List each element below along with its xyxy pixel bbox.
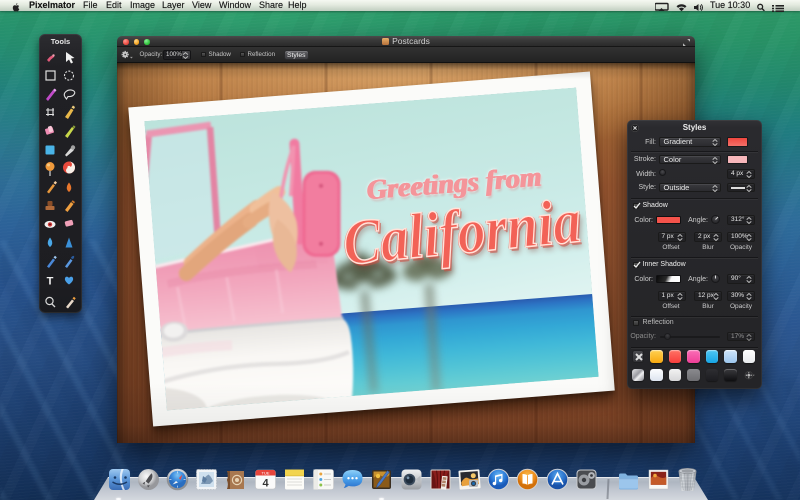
svg-text:4: 4 [262,478,269,490]
svg-text:TUE: TUE [261,471,269,476]
svg-text:T: T [47,276,54,288]
